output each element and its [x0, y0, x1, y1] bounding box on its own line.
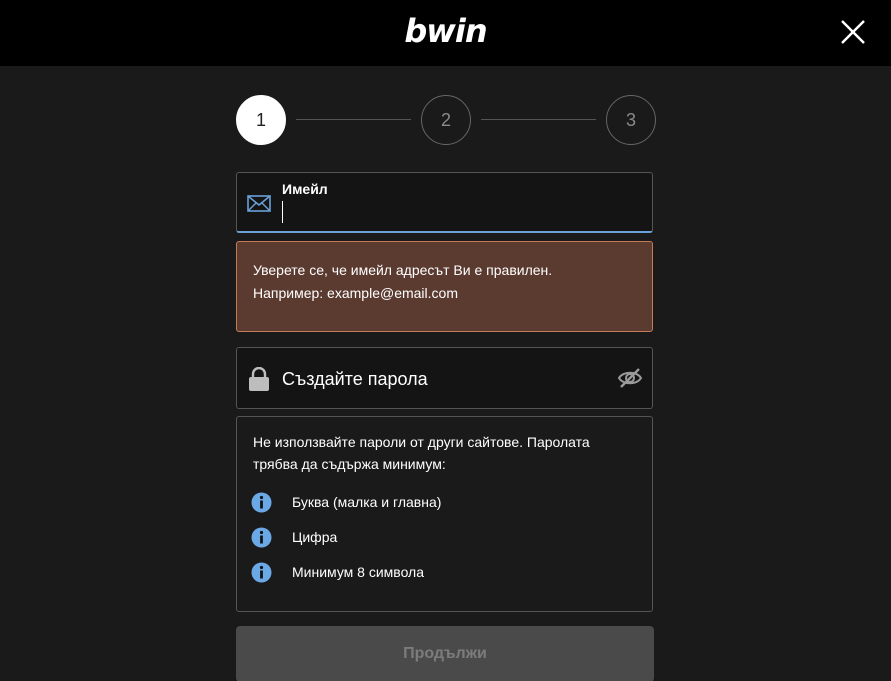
- toggle-password-visibility[interactable]: [617, 365, 643, 391]
- error-line-2: Например: example@email.com: [253, 285, 458, 301]
- password-field[interactable]: [236, 347, 653, 409]
- password-rules-intro: Не използвайте пароли от други сайтове. …: [253, 434, 590, 472]
- password-rule: Цифра: [251, 526, 337, 548]
- info-icon: [251, 562, 272, 582]
- password-input[interactable]: [282, 366, 602, 392]
- close-icon: [841, 20, 865, 44]
- bwin-logo: bwin: [404, 12, 487, 50]
- close-button[interactable]: [836, 15, 870, 49]
- registration-stepper: 1 2 3: [236, 95, 656, 145]
- eye-off-icon: [617, 368, 643, 388]
- password-rule-text: Минимум 8 символа: [292, 564, 425, 580]
- lock-icon: [249, 367, 269, 391]
- continue-button[interactable]: Продължи: [236, 626, 654, 681]
- email-input[interactable]: [282, 201, 632, 223]
- error-line-1: Уверете се, че имейл адресът Ви е правил…: [253, 262, 553, 278]
- info-icon: [251, 492, 272, 512]
- password-rule-text: Буква (малка и главна): [292, 494, 442, 510]
- email-error-message: Уверете се, че имейл адресът Ви е правил…: [236, 241, 653, 332]
- info-icon: [251, 527, 272, 547]
- password-rule-text: Цифра: [292, 529, 338, 545]
- step-3: 3: [606, 95, 656, 145]
- password-rule: Буква (малка и главна): [251, 491, 441, 513]
- email-label: Имейл: [282, 181, 328, 197]
- step-connector: [296, 119, 411, 120]
- step-2: 2: [421, 95, 471, 145]
- top-bar: bwin: [0, 0, 891, 66]
- password-rules: Не използвайте пароли от други сайтове. …: [236, 416, 653, 612]
- step-connector: [481, 119, 596, 120]
- step-1: 1: [236, 95, 286, 145]
- email-field[interactable]: Имейл: [236, 172, 653, 233]
- password-rule: Минимум 8 символа: [251, 561, 424, 583]
- envelope-icon: [247, 195, 271, 212]
